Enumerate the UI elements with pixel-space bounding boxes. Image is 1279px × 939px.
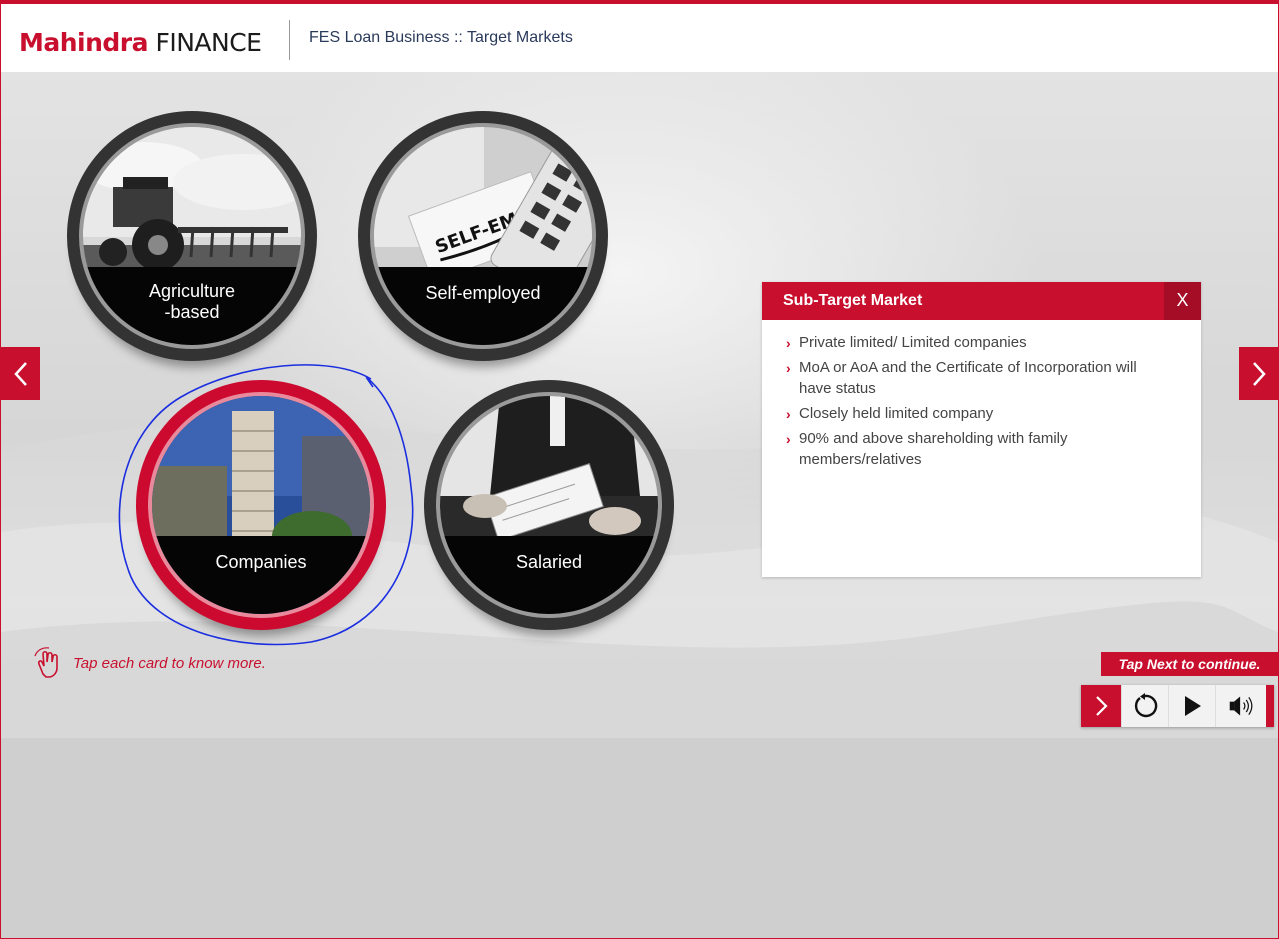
- player-controls: [1081, 685, 1274, 727]
- tap-next-hint: Tap Next to continue.: [1101, 652, 1278, 676]
- list-item: › 90% and above shareholding with family …: [786, 430, 1068, 468]
- play-button[interactable]: [1168, 685, 1215, 727]
- content-stage: Agriculture -based SELF-EMPLOYED: [1, 72, 1278, 738]
- list-item: › Closely held limited company: [786, 403, 1161, 424]
- tractor-photo: Agriculture -based: [83, 127, 301, 345]
- card-salaried[interactable]: Salaried: [424, 380, 674, 630]
- mahindra-finance-logo: Mahindra FINANCE: [19, 28, 262, 57]
- chevron-right-icon: ›: [786, 406, 791, 422]
- logo-brand: Mahindra: [19, 28, 149, 57]
- header-divider: [289, 20, 290, 60]
- card-label: Agriculture -based: [83, 267, 301, 345]
- list-item: › MoA or AoA and the Certificate of Incor…: [786, 359, 1137, 397]
- chevron-left-icon: [13, 361, 27, 386]
- self-employed-photo: SELF-EMPLOYED Self-employed: [374, 127, 592, 345]
- list-item: › Private limited/ Limited companies: [786, 332, 1161, 353]
- tap-cards-hint: Tap each card to know more.: [31, 645, 266, 681]
- previous-arrow-button[interactable]: [1, 347, 40, 400]
- popup-header: Sub-Target Market X: [762, 282, 1201, 320]
- card-label-text: Self-employed: [425, 283, 541, 303]
- volume-button[interactable]: [1215, 685, 1274, 727]
- tap-cards-text: Tap each card to know more.: [73, 654, 266, 672]
- play-icon: [1185, 696, 1201, 716]
- replay-icon: [1134, 693, 1158, 718]
- sub-target-popup: Sub-Target Market X › Private limited/ Li…: [762, 282, 1201, 577]
- salaried-photo: Salaried: [440, 396, 658, 614]
- card-self-employed[interactable]: SELF-EMPLOYED Self-employed: [358, 111, 608, 361]
- annotation-scribble: [118, 364, 414, 646]
- hand-tap-icon: [34, 647, 58, 678]
- popup-bullet-list: › Private limited/ Limited companies › MoA…: [762, 320, 1201, 470]
- course-title: FES Loan Business :: Target Markets: [309, 29, 573, 46]
- logo-suffix: FINANCE: [155, 28, 262, 57]
- header-bar: Mahindra FINANCE FES Loan Business :: Ta…: [1, 1, 1278, 72]
- chevron-right-icon: ›: [786, 431, 791, 447]
- card-label: Salaried: [440, 536, 658, 614]
- next-arrow-button[interactable]: [1239, 347, 1278, 400]
- next-icon: [1096, 696, 1108, 716]
- next-button[interactable]: [1081, 685, 1121, 727]
- chevron-right-icon: [1252, 361, 1266, 386]
- volume-icon: [1229, 696, 1253, 716]
- replay-button[interactable]: [1121, 685, 1168, 727]
- card-label-line2: -based: [164, 302, 220, 322]
- popup-close-button[interactable]: X: [1164, 282, 1201, 320]
- chevron-right-icon: ›: [786, 360, 791, 376]
- card-label-text: Salaried: [515, 552, 583, 572]
- card-label: Self-employed: [374, 267, 592, 345]
- card-label-line1: Agriculture: [148, 281, 236, 301]
- popup-title: Sub-Target Market: [783, 292, 923, 309]
- chevron-right-icon: ›: [786, 335, 791, 351]
- card-agriculture[interactable]: Agriculture -based: [67, 111, 317, 361]
